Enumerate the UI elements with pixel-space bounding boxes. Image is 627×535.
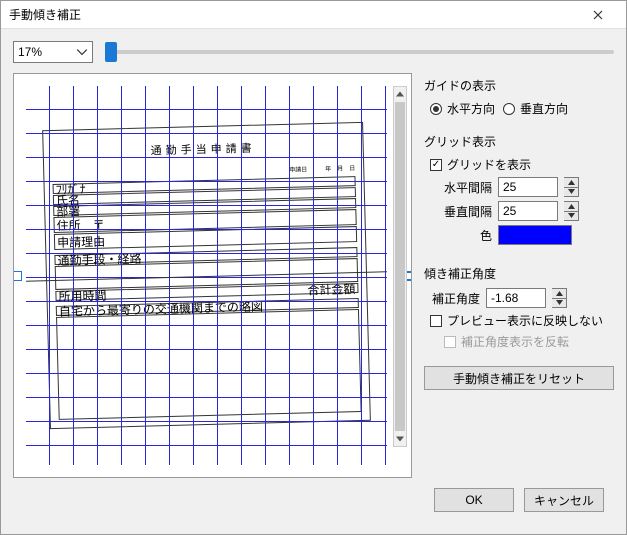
radio-horizontal[interactable]: 水平方向 (430, 100, 495, 117)
vertical-scrollbar[interactable] (393, 86, 407, 447)
color-label: 色 (442, 227, 492, 244)
check-no-preview[interactable]: プレビュー表示に反映しない (430, 312, 614, 329)
chevron-down-icon (76, 46, 88, 58)
slider-thumb[interactable] (105, 42, 117, 62)
handle-left[interactable] (13, 271, 22, 281)
radio-off-icon (503, 103, 515, 115)
preview-area[interactable]: 通勤手当申請書 申請日 年 月 日 ﾌﾘｶﾞﾅ 氏名 部署 住所 〒 申請理由 … (13, 73, 412, 478)
scroll-thumb[interactable] (395, 102, 405, 431)
radio-on-icon (430, 103, 442, 115)
reset-button[interactable]: 手動傾き補正をリセット (424, 366, 614, 390)
scroll-up-icon[interactable] (394, 87, 406, 101)
v-spacing-input[interactable]: 25 (498, 201, 558, 221)
cancel-button[interactable]: キャンセル (524, 488, 604, 512)
color-swatch[interactable] (498, 225, 572, 245)
checkbox-unchecked-icon (430, 315, 442, 327)
h-spacing-label: 水平間隔 (442, 179, 492, 196)
zoom-slider[interactable] (111, 41, 614, 63)
guide-header: ガイドの表示 (424, 77, 614, 94)
h-spacing-input[interactable]: 25 (498, 177, 558, 197)
angle-spinner[interactable] (552, 288, 567, 308)
zoom-value: 17% (18, 45, 76, 59)
v-spacing-label: 垂直間隔 (442, 203, 492, 220)
checkbox-disabled-icon (444, 336, 456, 348)
checkbox-checked-icon (430, 159, 442, 171)
angle-input[interactable]: -1.68 (486, 288, 546, 308)
close-button[interactable] (578, 1, 618, 29)
window-title: 手動傾き補正 (9, 6, 578, 23)
ok-button[interactable]: OK (434, 488, 514, 512)
h-spacing-spinner[interactable] (564, 177, 579, 197)
angle-label: 補正角度 (430, 290, 480, 307)
angle-header: 傾き補正角度 (424, 265, 614, 282)
v-spacing-spinner[interactable] (564, 201, 579, 221)
scroll-down-icon[interactable] (394, 432, 406, 446)
zoom-select[interactable]: 17% (13, 41, 93, 63)
grid-header: グリッド表示 (424, 133, 614, 150)
check-invert-angle: 補正角度表示を反転 (444, 333, 614, 350)
check-show-grid[interactable]: グリッドを表示 (430, 156, 614, 173)
radio-vertical[interactable]: 垂直方向 (503, 100, 568, 117)
